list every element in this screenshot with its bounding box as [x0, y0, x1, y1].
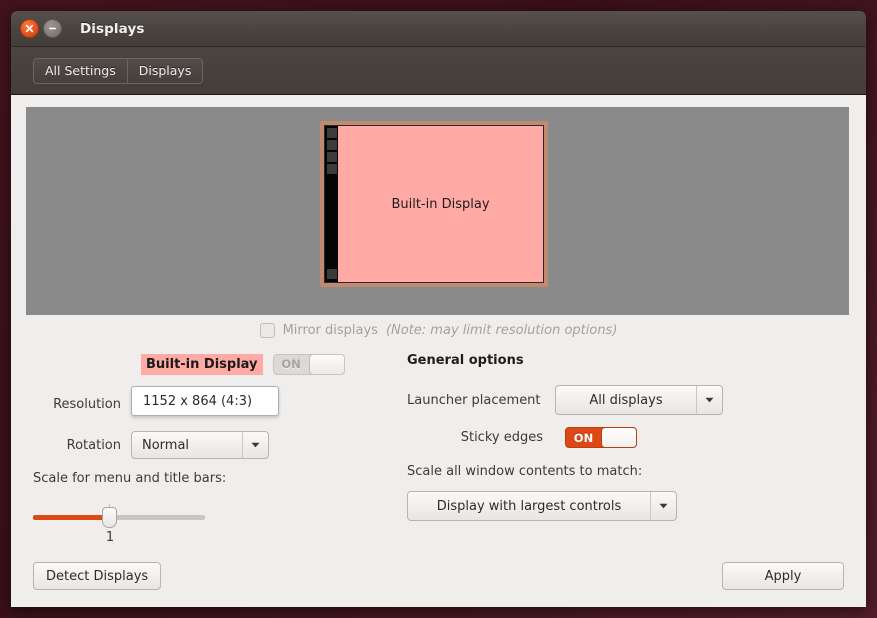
scale-all-label: Scale all window contents to match:: [407, 464, 643, 479]
window-action-bar: Detect Displays Apply: [11, 545, 866, 607]
chevron-down-icon: [242, 432, 268, 458]
resolution-dropdown[interactable]: 1152 x 864 (4:3): [131, 386, 279, 416]
monitor-screen: Built-in Display: [324, 125, 544, 283]
scale-all-dropdown[interactable]: Display with largest controls: [407, 491, 677, 521]
slider-value-label: 1: [105, 530, 115, 545]
general-options-column: General options Launcher placement All d…: [407, 353, 866, 534]
sticky-edges-label: Sticky edges: [460, 430, 543, 445]
slider-track-remaining: [109, 515, 205, 520]
all-settings-button[interactable]: All Settings: [34, 58, 127, 83]
window-title: Displays: [80, 20, 145, 37]
displays-button[interactable]: Displays: [126, 58, 203, 83]
toolbar-segmented-group: All Settings Displays: [33, 57, 204, 84]
display-power-toggle-label: ON: [281, 357, 301, 371]
launcher-icon: [326, 128, 337, 138]
launcher-placement-value: All displays: [589, 392, 663, 408]
resolution-row: Resolution 1152 x 864 (4:3): [33, 386, 407, 419]
close-icon[interactable]: [20, 19, 39, 38]
monitor-preview-label: Built-in Display: [391, 196, 490, 212]
rotation-value: Normal: [142, 437, 190, 453]
display-name-label: Built-in Display: [141, 353, 263, 375]
sticky-edges-toggle-label: ON: [573, 430, 594, 445]
mirror-displays-label: Mirror displays: [282, 323, 378, 338]
sticky-edges-toggle[interactable]: ON: [565, 427, 637, 448]
window-toolbar: All Settings Displays: [11, 47, 866, 95]
display-preview-canvas[interactable]: Built-in Display: [26, 107, 849, 315]
launcher-icon: [326, 269, 337, 279]
launcher-icon: [326, 152, 337, 162]
options-columns: Built-in Display ON Resolution 1152 x 86…: [11, 353, 866, 545]
rotation-row: Rotation Normal: [33, 431, 407, 459]
resolution-value: 1152 x 864 (4:3): [143, 393, 253, 409]
launcher-placement-dropdown[interactable]: All displays: [555, 385, 723, 415]
display-power-toggle[interactable]: ON: [272, 353, 345, 375]
monitor-preview-builtin[interactable]: Built-in Display: [320, 121, 548, 287]
window-content: Built-in Display Mirror displays (Note: …: [11, 95, 866, 607]
resolution-label: Resolution: [53, 396, 121, 412]
launcher-placement-row: Launcher placement All displays: [407, 385, 866, 415]
chevron-down-icon: [696, 386, 722, 414]
rotation-label: Rotation: [66, 437, 121, 453]
scale-all-value: Display with largest controls: [436, 498, 622, 514]
mirror-displays-row: Mirror displays (Note: may limit resolut…: [11, 323, 866, 338]
chevron-down-icon: [650, 492, 676, 520]
rotation-dropdown[interactable]: Normal: [131, 431, 269, 459]
launcher-icon: [326, 140, 337, 150]
slider-track-filled: [33, 515, 109, 520]
general-options-title: General options: [407, 353, 524, 368]
slider-handle[interactable]: [102, 507, 117, 528]
scale-menu-slider[interactable]: 1: [33, 500, 205, 545]
display-power-toggle-knob: [308, 354, 344, 374]
displays-window: Displays All Settings Displays Built-in …: [11, 11, 866, 607]
mirror-displays-note: (Note: may limit resolution options): [385, 323, 618, 338]
launcher-bar-preview: [325, 126, 338, 282]
display-name-row: Built-in Display ON: [33, 353, 407, 375]
display-options-column: Built-in Display ON Resolution 1152 x 86…: [11, 353, 407, 545]
sticky-edges-row: Sticky edges ON: [407, 427, 866, 448]
window-titlebar: Displays: [11, 11, 866, 47]
launcher-icon: [326, 164, 337, 174]
launcher-placement-label: Launcher placement: [407, 392, 541, 408]
scale-menu-label: Scale for menu and title bars:: [33, 471, 227, 486]
sticky-edges-toggle-knob: [601, 428, 636, 447]
mirror-displays-checkbox[interactable]: [259, 323, 275, 338]
apply-button[interactable]: Apply: [722, 562, 844, 590]
minimize-icon[interactable]: [43, 19, 62, 38]
detect-displays-button[interactable]: Detect Displays: [33, 562, 162, 590]
